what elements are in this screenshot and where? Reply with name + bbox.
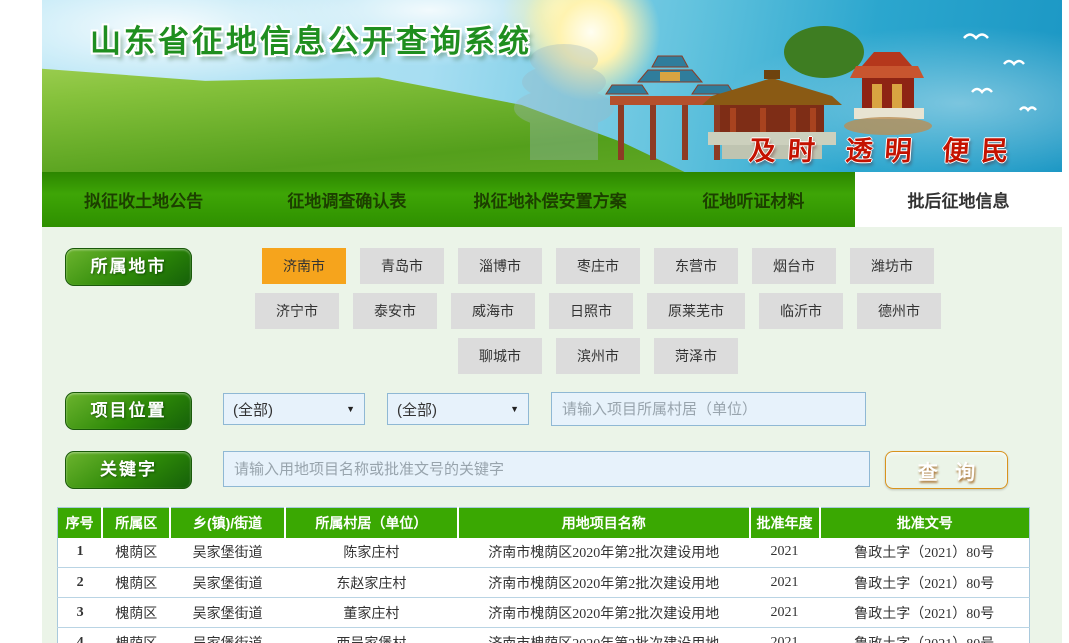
city-button[interactable]: 临沂市 bbox=[759, 293, 843, 329]
table-cell: 鲁政土字（2021）80号 bbox=[820, 568, 1030, 598]
city-buttons: 济南市青岛市淄博市枣庄市东营市烟台市潍坊市济宁市泰安市威海市日照市原莱芜市临沂市… bbox=[217, 248, 979, 374]
table-cell: 董家庄村 bbox=[285, 598, 458, 628]
city-button[interactable]: 潍坊市 bbox=[850, 248, 934, 284]
table-cell: 槐荫区 bbox=[102, 598, 170, 628]
city-button[interactable]: 聊城市 bbox=[458, 338, 542, 374]
sun-illustration bbox=[521, 0, 661, 102]
header-row: 序号所属区乡(镇)/街道所属村居（单位）用地项目名称批准年度批准文号 bbox=[58, 508, 1030, 538]
city-button[interactable]: 日照市 bbox=[549, 293, 633, 329]
location-controls: (全部) ▼ (全部) ▼ bbox=[223, 392, 866, 426]
keyword-filter-row: 关键字 查 询 bbox=[65, 451, 1062, 489]
table-row[interactable]: 1槐荫区吴家堡街道陈家庄村济南市槐荫区2020年第2批次建设用地2021鲁政土字… bbox=[58, 538, 1030, 568]
table-cell: 鲁政土字（2021）80号 bbox=[820, 538, 1030, 568]
city-filter-row: 所属地市 济南市青岛市淄博市枣庄市东营市烟台市潍坊市济宁市泰安市威海市日照市原莱… bbox=[65, 248, 1062, 374]
results-table: 序号所属区乡(镇)/街道所属村居（单位）用地项目名称批准年度批准文号 1槐荫区吴… bbox=[57, 507, 1030, 643]
nav-tab-active[interactable]: 批后征地信息 bbox=[855, 172, 1062, 227]
city-filter-label: 所属地市 bbox=[65, 248, 192, 286]
chevron-down-icon: ▼ bbox=[346, 404, 355, 414]
results-table-body: 1槐荫区吴家堡街道陈家庄村济南市槐荫区2020年第2批次建设用地2021鲁政土字… bbox=[58, 538, 1030, 643]
keyword-filter-label: 关键字 bbox=[65, 451, 192, 489]
table-cell: 济南市槐荫区2020年第2批次建设用地 bbox=[458, 628, 750, 643]
table-cell: 东赵家庄村 bbox=[285, 568, 458, 598]
table-cell: 槐荫区 bbox=[102, 628, 170, 643]
city-button[interactable]: 济宁市 bbox=[255, 293, 339, 329]
banner-slogan: 及时 透明 便民 bbox=[747, 129, 1021, 168]
table-cell: 济南市槐荫区2020年第2批次建设用地 bbox=[458, 568, 750, 598]
table-cell: 济南市槐荫区2020年第2批次建设用地 bbox=[458, 598, 750, 628]
column-header: 乡(镇)/街道 bbox=[170, 508, 285, 538]
column-header: 所属村居（单位） bbox=[285, 508, 458, 538]
main-nav: 拟征收土地公告征地调查确认表拟征地补偿安置方案征地听证材料批后征地信息 bbox=[42, 172, 1062, 227]
table-cell: 2 bbox=[58, 568, 103, 598]
city-button[interactable]: 烟台市 bbox=[752, 248, 836, 284]
city-button[interactable]: 德州市 bbox=[857, 293, 941, 329]
city-button[interactable]: 威海市 bbox=[451, 293, 535, 329]
location-filter-row: 项目位置 (全部) ▼ (全部) ▼ bbox=[65, 392, 1062, 430]
column-header: 用地项目名称 bbox=[458, 508, 750, 538]
table-cell: 鲁政土字（2021）80号 bbox=[820, 598, 1030, 628]
pavilion-icon bbox=[784, 26, 932, 135]
table-cell: 吴家堡街道 bbox=[170, 598, 285, 628]
city-button[interactable]: 东营市 bbox=[654, 248, 738, 284]
banner: 山东省征地信息公开查询系统 及时 透明 便民 bbox=[42, 0, 1062, 172]
nav-tab[interactable]: 征地调查确认表 bbox=[245, 172, 448, 227]
city-button[interactable]: 济南市 bbox=[262, 248, 346, 284]
table-cell: 济南市槐荫区2020年第2批次建设用地 bbox=[458, 538, 750, 568]
search-button[interactable]: 查 询 bbox=[885, 451, 1008, 489]
results-table-head: 序号所属区乡(镇)/街道所属村居（单位）用地项目名称批准年度批准文号 bbox=[58, 508, 1030, 538]
table-row[interactable]: 2槐荫区吴家堡街道东赵家庄村济南市槐荫区2020年第2批次建设用地2021鲁政土… bbox=[58, 568, 1030, 598]
table-cell: 2021 bbox=[750, 568, 820, 598]
column-header: 批准文号 bbox=[820, 508, 1030, 538]
memorial-arch-icon bbox=[606, 56, 734, 160]
nav-tab[interactable]: 拟征地补偿安置方案 bbox=[449, 172, 652, 227]
nav-tab[interactable]: 拟征收土地公告 bbox=[42, 172, 245, 227]
site-title: 山东省征地信息公开查询系统 bbox=[90, 16, 532, 61]
table-cell: 槐荫区 bbox=[102, 538, 170, 568]
table-row[interactable]: 3槐荫区吴家堡街道董家庄村济南市槐荫区2020年第2批次建设用地2021鲁政土字… bbox=[58, 598, 1030, 628]
table-cell: 槐荫区 bbox=[102, 568, 170, 598]
city-button[interactable]: 枣庄市 bbox=[556, 248, 640, 284]
table-cell: 1 bbox=[58, 538, 103, 568]
table-cell: 吴家堡街道 bbox=[170, 568, 285, 598]
nav-tab[interactable]: 征地听证材料 bbox=[652, 172, 855, 227]
city-button[interactable]: 滨州市 bbox=[556, 338, 640, 374]
table-cell: 2021 bbox=[750, 598, 820, 628]
table-row[interactable]: 4槐荫区吴家堡街道西吴家堡村济南市槐荫区2020年第2批次建设用地2021鲁政土… bbox=[58, 628, 1030, 643]
column-header: 所属区 bbox=[102, 508, 170, 538]
district-select[interactable]: (全部) ▼ bbox=[223, 393, 365, 425]
seagulls-icon bbox=[964, 35, 1036, 111]
table-cell: 3 bbox=[58, 598, 103, 628]
table-cell: 鲁政土字（2021）80号 bbox=[820, 628, 1030, 643]
city-button[interactable]: 菏泽市 bbox=[654, 338, 738, 374]
table-cell: 吴家堡街道 bbox=[170, 628, 285, 643]
table-cell: 吴家堡街道 bbox=[170, 538, 285, 568]
table-cell: 2021 bbox=[750, 628, 820, 643]
village-input[interactable] bbox=[551, 392, 866, 426]
city-button[interactable]: 青岛市 bbox=[360, 248, 444, 284]
column-header: 序号 bbox=[58, 508, 103, 538]
page: 山东省征地信息公开查询系统 及时 透明 便民 拟征收土地公告征地调查确认表拟征地… bbox=[42, 0, 1062, 643]
chevron-down-icon: ▼ bbox=[510, 404, 519, 414]
street-select-value: (全部) bbox=[397, 399, 437, 420]
city-button[interactable]: 原莱芜市 bbox=[647, 293, 745, 329]
table-cell: 西吴家堡村 bbox=[285, 628, 458, 643]
street-select[interactable]: (全部) ▼ bbox=[387, 393, 529, 425]
table-cell: 2021 bbox=[750, 538, 820, 568]
keyword-input[interactable] bbox=[223, 451, 870, 487]
city-button[interactable]: 淄博市 bbox=[458, 248, 542, 284]
table-cell: 4 bbox=[58, 628, 103, 643]
filter-panel: 所属地市 济南市青岛市淄博市枣庄市东营市烟台市潍坊市济宁市泰安市威海市日照市原莱… bbox=[42, 227, 1062, 643]
district-select-value: (全部) bbox=[233, 399, 273, 420]
table-cell: 陈家庄村 bbox=[285, 538, 458, 568]
location-filter-label: 项目位置 bbox=[65, 392, 192, 430]
city-button[interactable]: 泰安市 bbox=[353, 293, 437, 329]
column-header: 批准年度 bbox=[750, 508, 820, 538]
